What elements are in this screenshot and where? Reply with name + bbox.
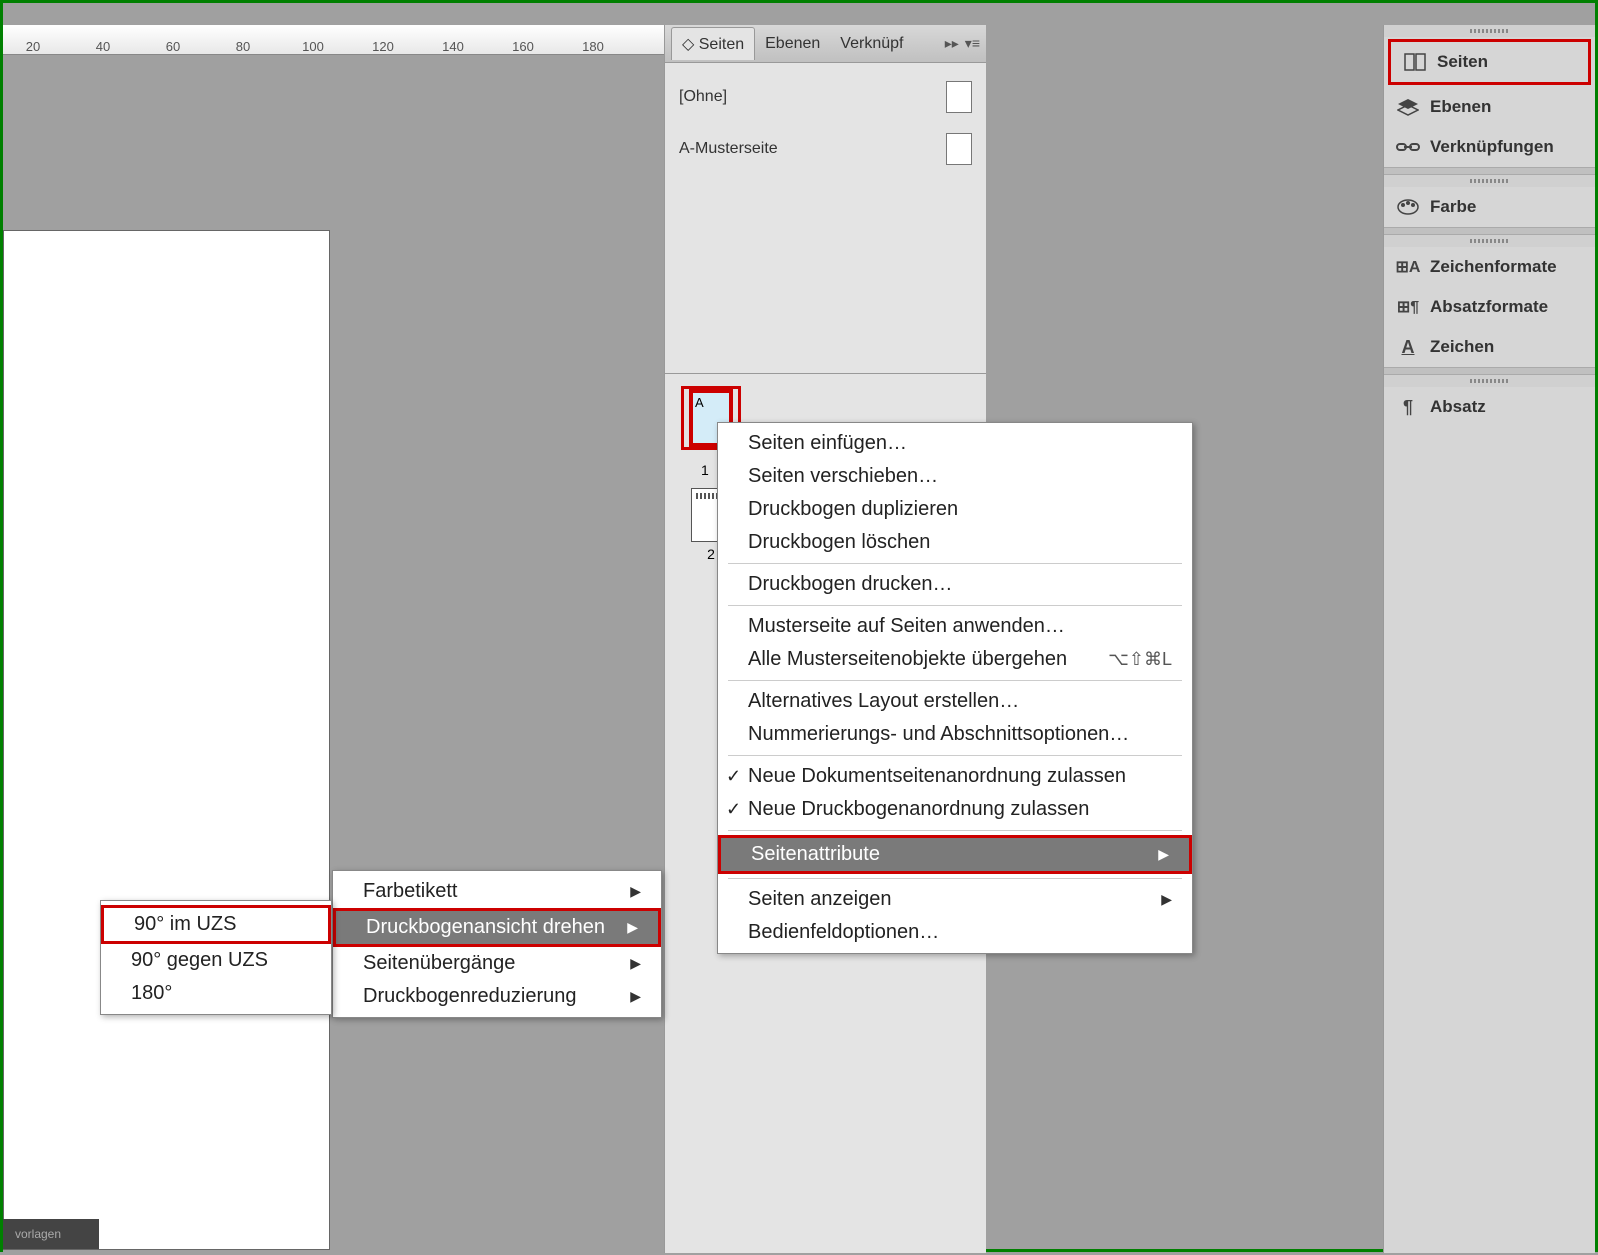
layers-icon [1396,97,1420,117]
check-icon: ✓ [726,766,741,787]
ruler-tick: 100 [302,39,324,54]
menu-separator [728,878,1182,879]
menu-separator [728,755,1182,756]
master-a[interactable]: A-Musterseite [675,123,976,175]
submenu-arrow-icon: ▶ [630,955,641,972]
menu-allow-spread-shuffle[interactable]: ✓Neue Druckbogenanordnung zulassen [718,793,1192,826]
panel-tab-bar: ◇ Seiten Ebenen Verknüpf ▸▸ ▾≡ [665,25,986,63]
panel-separator [1384,227,1595,235]
pages-icon [1403,52,1427,72]
master-thumb-icon [946,133,972,165]
menu-alt-layout[interactable]: Alternatives Layout erstellen… [718,685,1192,718]
menu-apply-master[interactable]: Musterseite auf Seiten anwenden… [718,610,1192,643]
page-number-2: 2 [707,546,715,562]
tab-pages[interactable]: ◇ Seiten [671,27,755,60]
panel-separator [1384,167,1595,175]
ruler-tick: 20 [26,39,40,54]
context-menu: Seiten einfügen… Seiten verschieben… Dru… [717,422,1193,954]
panel-gripper[interactable] [1384,25,1595,37]
menu-rotate-spread-view[interactable]: Druckbogenansicht drehen▶ [333,908,661,947]
menu-separator [728,830,1182,831]
color-icon [1396,197,1420,217]
menu-panel-options[interactable]: Bedienfeldoptionen… [718,916,1192,949]
panel-button-absatz[interactable]: ¶ Absatz [1384,387,1595,427]
tab-layers[interactable]: Ebenen [755,29,830,59]
menu-rotate-90cw[interactable]: 90° im UZS [101,905,331,944]
character-icon: A [1396,337,1420,357]
submenu-page-attributes: Farbetikett▶ Druckbogenansicht drehen▶ S… [332,870,662,1018]
menu-page-attributes[interactable]: Seitenattribute▶ [718,835,1192,874]
submenu-arrow-icon: ▶ [630,988,641,1005]
ruler-tick: 160 [512,39,534,54]
panel-button-zeichenformate[interactable]: ⊞A Zeichenformate [1384,247,1595,287]
submenu-arrow-icon: ▶ [1158,846,1169,863]
submenu-arrow-icon: ▶ [627,919,638,936]
links-icon [1396,137,1420,157]
menu-insert-pages[interactable]: Seiten einfügen… [718,427,1192,460]
panel-button-farbe[interactable]: Farbe [1384,187,1595,227]
menu-separator [728,563,1182,564]
menu-spread-flattening[interactable]: Druckbogenreduzierung▶ [333,980,661,1013]
menu-rotate-90ccw[interactable]: 90° gegen UZS [101,944,331,977]
menu-override-master[interactable]: Alle Musterseitenobjekte übergehen⌥⇧⌘L [718,643,1192,676]
status-text: vorlagen [15,1227,61,1241]
panel-controls: ▸▸ ▾≡ [945,35,986,52]
panel-separator [1384,367,1595,375]
panel-button-absatzformate[interactable]: ⊞¶ Absatzformate [1384,287,1595,327]
horizontal-ruler: 20 40 60 80 100 120 140 160 180 [3,25,664,55]
menu-duplicate-spread[interactable]: Druckbogen duplizieren [718,493,1192,526]
menu-print-spread[interactable]: Druckbogen drucken… [718,568,1192,601]
master-pages-list: [Ohne] A-Musterseite [665,63,986,183]
menu-rotate-180[interactable]: 180° [101,977,331,1010]
panel-button-ebenen[interactable]: Ebenen [1384,87,1595,127]
menu-color-label[interactable]: Farbetikett▶ [333,875,661,908]
menu-separator [728,605,1182,606]
parastyles-icon: ⊞¶ [1396,297,1420,317]
charstyles-icon: ⊞A [1396,257,1420,277]
panel-menu-icon[interactable]: ▾≡ [965,35,980,52]
panel-expand-icon[interactable]: ▸▸ [945,35,959,52]
menu-delete-spread[interactable]: Druckbogen löschen [718,526,1192,559]
document-page[interactable] [3,230,330,1250]
panel-button-zeichen[interactable]: A Zeichen [1384,327,1595,367]
document-canvas[interactable] [3,55,664,1255]
right-panel-dock: Seiten Ebenen Verknüpfungen Farbe ⊞A Zei… [1383,25,1595,1253]
ruler-tick: 180 [582,39,604,54]
status-bar: vorlagen [3,1219,99,1249]
panel-gripper[interactable] [1384,375,1595,387]
menu-page-transitions[interactable]: Seitenübergänge▶ [333,947,661,980]
ruler-tick: 40 [96,39,110,54]
tab-links[interactable]: Verknüpf [830,29,913,59]
master-none[interactable]: [Ohne] [675,71,976,123]
paragraph-icon: ¶ [1396,397,1420,417]
submenu-arrow-icon: ▶ [630,883,641,900]
menu-numbering[interactable]: Nummerierungs- und Abschnittsoptionen… [718,718,1192,751]
ruler-tick: 120 [372,39,394,54]
panel-gripper[interactable] [1384,235,1595,247]
menu-move-pages[interactable]: Seiten verschieben… [718,460,1192,493]
panel-button-verknuepfungen[interactable]: Verknüpfungen [1384,127,1595,167]
check-icon: ✓ [726,799,741,820]
submenu-rotate: 90° im UZS 90° gegen UZS 180° [100,900,332,1015]
menu-allow-doc-shuffle[interactable]: ✓Neue Dokumentseitenanordnung zulassen [718,760,1192,793]
ruler-tick: 140 [442,39,464,54]
panel-gripper[interactable] [1384,175,1595,187]
master-thumb-icon [946,81,972,113]
submenu-arrow-icon: ▶ [1161,891,1172,908]
ruler-tick: 60 [166,39,180,54]
ruler-tick: 80 [236,39,250,54]
menu-separator [728,680,1182,681]
menu-show-pages[interactable]: Seiten anzeigen▶ [718,883,1192,916]
panel-button-seiten[interactable]: Seiten [1388,39,1591,85]
